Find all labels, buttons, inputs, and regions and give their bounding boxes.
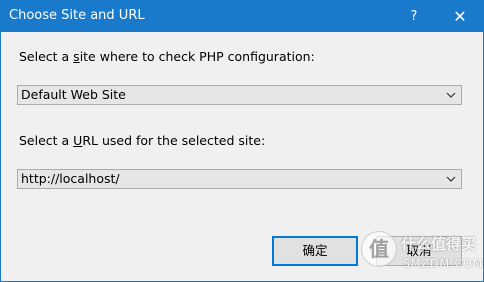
window-title: Choose Site and URL [9,8,145,23]
url-label-before: Select a [19,133,74,148]
chevron-down-icon [446,176,456,182]
help-button[interactable]: ? [391,1,437,32]
site-label-before: Select a [19,49,74,64]
url-label-accel: U [73,133,83,148]
url-dropdown-value: http://localhost/ [21,171,120,186]
ok-button[interactable]: 确定 [272,236,358,266]
url-label: Select a URL used for the selected site: [19,133,265,149]
site-label-after: ite where to check PHP configuration: [79,49,315,64]
cancel-button[interactable]: 取消 [376,236,462,266]
url-dropdown[interactable]: http://localhost/ [17,169,462,189]
site-dropdown-value: Default Web Site [21,87,126,102]
site-dropdown[interactable]: Default Web Site [17,85,462,105]
chevron-down-icon [446,92,456,98]
site-label: Select a site where to check PHP configu… [19,49,315,65]
title-bar[interactable]: Choose Site and URL ? ✕ [1,1,483,32]
close-button[interactable]: ✕ [437,1,483,32]
url-label-after: RL used for the selected site: [82,133,266,148]
choose-site-dialog: Choose Site and URL ? ✕ Select a site wh… [0,0,484,282]
